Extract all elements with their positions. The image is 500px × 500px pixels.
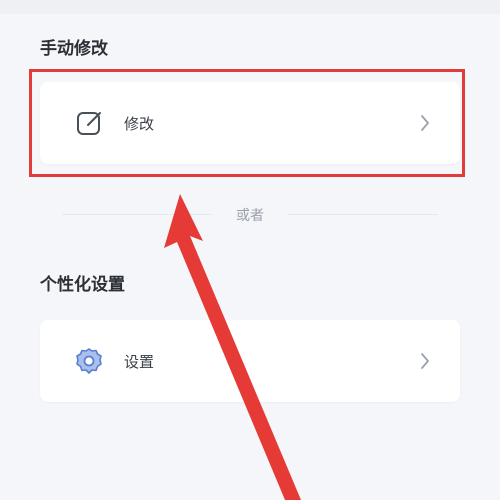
section-title-manual: 手动修改 xyxy=(40,39,108,59)
divider-right xyxy=(288,214,438,215)
gear-icon xyxy=(76,348,102,374)
or-separator: 或者 xyxy=(236,208,264,224)
top-strip xyxy=(0,0,500,14)
chevron-right-icon xyxy=(421,353,429,369)
highlight-box xyxy=(29,69,465,177)
section-title-personal: 个性化设置 xyxy=(40,275,125,295)
settings-item-label: 设置 xyxy=(124,353,155,371)
settings-item[interactable]: 设置 xyxy=(40,320,460,402)
divider-left xyxy=(62,214,212,215)
